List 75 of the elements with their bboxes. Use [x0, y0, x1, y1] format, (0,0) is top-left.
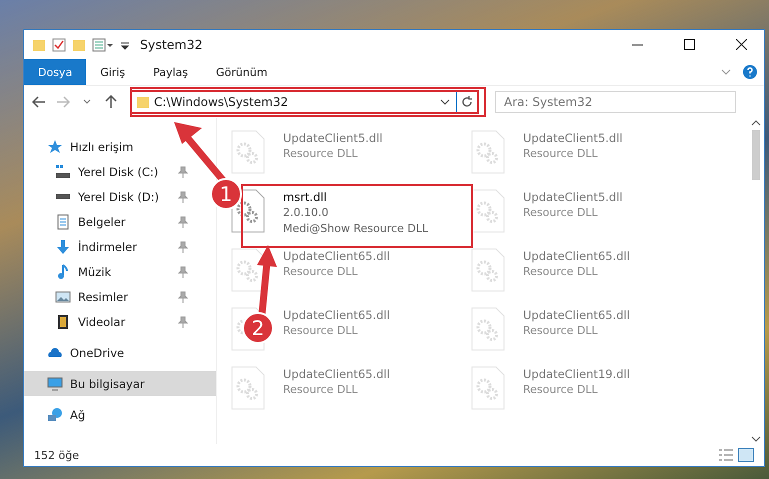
file-type: Resource DLL: [283, 146, 359, 162]
pointer-arrow: [254, 244, 278, 316]
scroll-down-icon[interactable]: [750, 434, 760, 444]
sidebar-item[interactable]: Belgeler: [24, 209, 192, 234]
drive-icon: [56, 165, 70, 178]
sidebar-item[interactable]: Ağ: [24, 402, 216, 427]
gear-file-icon: [471, 189, 505, 233]
gear-file-icon: [471, 130, 505, 174]
window-title: System32: [140, 37, 204, 52]
ribbon-tab[interactable]: Dosya: [24, 59, 86, 85]
properties-icon[interactable]: [92, 38, 114, 52]
file-type: Resource DLL: [283, 382, 359, 398]
search-field[interactable]: Ara: System32: [495, 91, 736, 113]
file-type: Resource DLL: [523, 382, 599, 398]
star-icon: [46, 138, 64, 154]
file-name[interactable]: UpdateClient19.dll: [523, 366, 630, 382]
sidebar-item[interactable]: OneDrive: [24, 340, 216, 365]
gear-file-icon: [231, 366, 265, 410]
sidebar-item[interactable]: Hızlı erişim: [24, 134, 216, 159]
file-name[interactable]: UpdateClient65.dll: [523, 248, 630, 264]
sidebar-item[interactable]: Müzik: [24, 259, 192, 284]
gear-file-icon: [471, 366, 505, 410]
ribbon-tab[interactable]: Giriş: [86, 59, 140, 85]
file-name[interactable]: UpdateClient5.dll: [523, 189, 623, 205]
pin-icon[interactable]: [178, 316, 188, 328]
file-type: Resource DLL: [283, 323, 359, 339]
sidebar-item[interactable]: Yerel Disk (D:): [24, 184, 192, 209]
checklist-icon[interactable]: [52, 38, 66, 52]
file-name[interactable]: UpdateClient65.dll: [283, 248, 390, 264]
file-type: Medi@Show Resource DLL: [283, 221, 428, 237]
sidebar-item[interactable]: Videolar: [24, 309, 192, 334]
sidebar-item[interactable]: Resimler: [24, 284, 192, 309]
file-version: 2.0.10.0: [283, 205, 330, 221]
monitor-icon: [46, 376, 64, 392]
drive-icon: [56, 194, 70, 199]
pin-icon[interactable]: [178, 266, 188, 278]
download-icon: [54, 238, 72, 254]
chevron-down-icon[interactable]: [438, 97, 452, 107]
network-icon: [46, 406, 64, 422]
file-type: Resource DLL: [523, 323, 599, 339]
file-name[interactable]: UpdateClient5.dll: [523, 130, 623, 146]
pin-icon[interactable]: [178, 240, 188, 252]
maximize-icon: [684, 39, 694, 50]
scrollbar-thumb[interactable]: [752, 130, 760, 180]
gear-file-icon: [471, 248, 505, 292]
address-bar[interactable]: C:\Windows\System32: [130, 90, 479, 114]
folder-icon: [136, 95, 150, 109]
close-icon: [736, 39, 746, 50]
gear-file-icon: [471, 307, 505, 351]
sidebar-item[interactable]: Bu bilgisayar: [24, 371, 216, 396]
picture-icon: [54, 288, 72, 304]
pin-icon[interactable]: [178, 290, 188, 302]
sidebar-item[interactable]: Yerel Disk (C:): [24, 159, 192, 184]
file-type: Resource DLL: [523, 264, 599, 280]
gear-file-icon: [231, 130, 265, 174]
item-count: 152 öğe: [34, 448, 79, 462]
file-name[interactable]: UpdateClient5.dll: [283, 130, 383, 146]
file-name[interactable]: UpdateClient65.dll: [523, 307, 630, 323]
scroll-up-icon[interactable]: [750, 118, 760, 128]
tiles-view-icon[interactable]: [738, 448, 754, 462]
sidebar-item[interactable]: İndirmeler: [24, 234, 192, 259]
file-type: Resource DLL: [523, 146, 599, 162]
gear-file-icon: [231, 248, 265, 292]
file-name[interactable]: UpdateClient65.dll: [283, 307, 390, 323]
file-name[interactable]: msrt.dll: [283, 189, 428, 205]
pin-icon[interactable]: [178, 166, 188, 178]
pin-icon[interactable]: [178, 190, 188, 202]
file-name[interactable]: UpdateClient65.dll: [283, 366, 390, 382]
chevron-down-icon: [83, 99, 91, 105]
file-type: Resource DLL: [523, 205, 599, 221]
ribbon-tab[interactable]: Görünüm: [202, 59, 282, 85]
file-type: Resource DLL: [283, 264, 359, 280]
pin-icon[interactable]: [178, 216, 188, 228]
details-view-icon[interactable]: [718, 448, 734, 462]
ribbon-tab[interactable]: Paylaş: [139, 59, 202, 85]
